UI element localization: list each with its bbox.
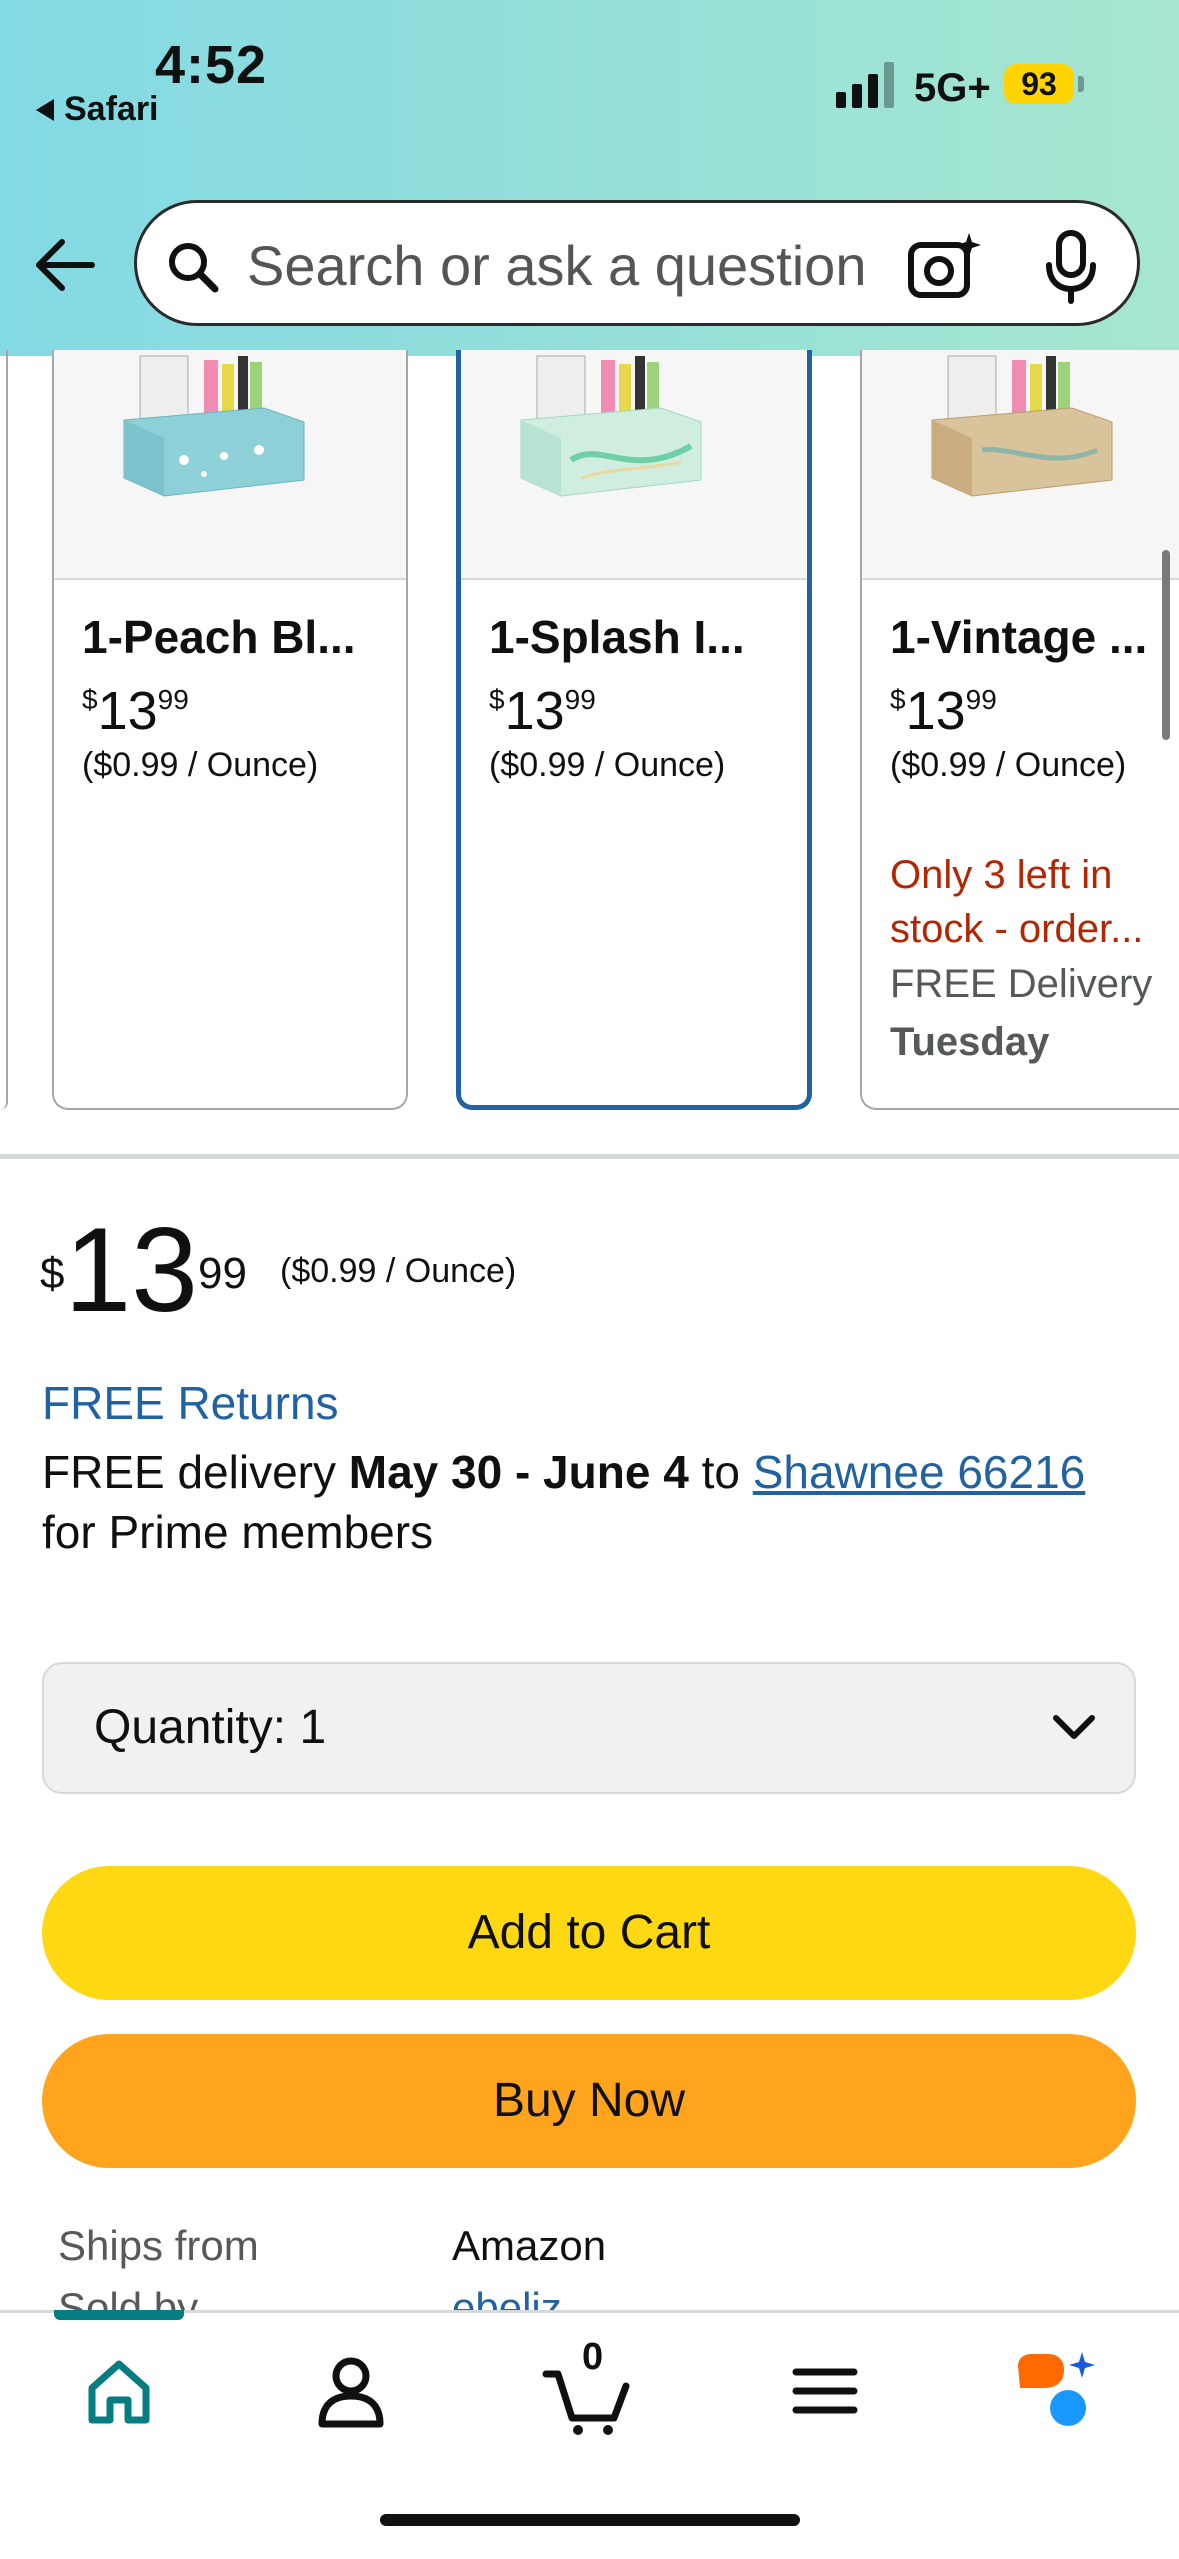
variant-delivery-day: Tuesday — [890, 1020, 1050, 1064]
camera-ai-icon[interactable] — [907, 231, 983, 301]
delivery-info: FREE delivery May 30 - June 4 to Shawnee… — [42, 1442, 1152, 1562]
variant-card-splash[interactable]: 1-Splash I... $1399 ($0.99 / Ounce) — [456, 350, 812, 1110]
delivery-to: to — [688, 1446, 753, 1498]
delivery-suffix: for Prime members — [42, 1506, 434, 1558]
home-indicator — [380, 2514, 800, 2526]
variant-title: 1-Peach Bl... — [82, 611, 356, 663]
price-dollars: 13 — [905, 681, 966, 741]
back-triangle-icon — [36, 98, 54, 121]
rufus-ai-icon[interactable] — [1012, 2346, 1102, 2436]
price-cents: 99 — [965, 684, 997, 715]
variant-delivery: FREE Delivery — [890, 962, 1153, 1006]
back-app-label: Safari — [64, 90, 159, 128]
variant-unit-price: ($0.99 / Ounce) — [489, 746, 726, 784]
price-currency: $ — [40, 1249, 65, 1298]
quantity-text: Quantity: 1 — [94, 1700, 326, 1755]
cart-tab[interactable]: 0 — [542, 2336, 632, 2436]
previous-variant-card-edge[interactable] — [0, 350, 8, 1110]
back-arrow-icon[interactable] — [30, 230, 100, 300]
ships-from-label: Ships from — [58, 2222, 259, 2269]
price-cents: 99 — [564, 684, 596, 715]
section-divider — [0, 1154, 1179, 1159]
desk-organizer-image — [123, 355, 305, 497]
cart-count: 0 — [582, 2336, 604, 2378]
battery-indicator: 93 — [1004, 64, 1074, 104]
account-icon[interactable] — [306, 2346, 396, 2436]
variant-price: $1399 — [82, 680, 189, 742]
price-currency: $ — [890, 684, 906, 715]
variant-card-vintage[interactable]: 1-Vintage ... $1399 ($0.99 / Ounce) Only… — [860, 350, 1179, 1110]
price-dollars: 13 — [64, 1203, 198, 1337]
variant-price: $1399 — [890, 680, 997, 742]
product-price: $1399 — [40, 1210, 247, 1330]
delivery-location-link[interactable]: Shawnee 66216 — [753, 1446, 1086, 1498]
delivery-prefix: FREE delivery — [42, 1446, 349, 1498]
low-stock-warning: Only 3 left in stock - order... — [890, 853, 1144, 951]
buy-now-button[interactable]: Buy Now — [42, 2034, 1136, 2168]
battery-tip — [1078, 76, 1084, 92]
network-label: 5G+ — [914, 66, 991, 110]
quantity-selector[interactable]: Quantity: 1 — [42, 1662, 1136, 1794]
search-bar[interactable] — [134, 200, 1140, 326]
price-cents: 99 — [157, 684, 189, 715]
variant-unit-price: ($0.99 / Ounce) — [82, 746, 319, 784]
variant-image — [54, 350, 406, 580]
variant-card-peach[interactable]: 1-Peach Bl... $1399 ($0.99 / Ounce) — [52, 350, 408, 1110]
microphone-icon[interactable] — [1041, 229, 1101, 305]
variant-unit-price: ($0.99 / Ounce) — [890, 746, 1127, 784]
quantity-label: Quantity: — [94, 1701, 287, 1754]
free-returns-link[interactable]: FREE Returns — [42, 1376, 339, 1430]
ships-from-value: Amazon — [452, 2222, 607, 2269]
status-time: 4:52 — [155, 35, 268, 95]
price-currency: $ — [82, 684, 98, 715]
delivery-dates: May 30 - June 4 — [348, 1446, 689, 1498]
variant-image — [862, 350, 1179, 580]
price-dollars: 13 — [504, 681, 565, 741]
price-currency: $ — [489, 684, 505, 715]
search-input[interactable] — [247, 225, 947, 305]
scroll-indicator — [1162, 550, 1170, 740]
variant-title: 1-Vintage ... — [890, 611, 1148, 663]
variant-title: 1-Splash I... — [489, 611, 745, 663]
variant-image — [461, 350, 807, 580]
desk-organizer-image — [520, 355, 702, 497]
back-to-app-link[interactable]: Safari — [36, 90, 159, 129]
desk-organizer-image — [931, 355, 1113, 497]
search-icon — [169, 243, 219, 293]
active-tab-indicator — [54, 2310, 184, 2320]
add-to-cart-button[interactable]: Add to Cart — [42, 1866, 1136, 2000]
price-dollars: 13 — [97, 681, 158, 741]
product-unit-price: ($0.99 / Ounce) — [280, 1252, 517, 1290]
price-cents: 99 — [197, 1249, 247, 1298]
quantity-value: 1 — [299, 1701, 327, 1754]
chevron-down-icon — [1053, 1715, 1095, 1739]
signal-icon — [836, 62, 894, 108]
variant-price: $1399 — [489, 680, 596, 742]
menu-icon[interactable] — [780, 2346, 870, 2436]
home-icon[interactable] — [74, 2346, 164, 2436]
